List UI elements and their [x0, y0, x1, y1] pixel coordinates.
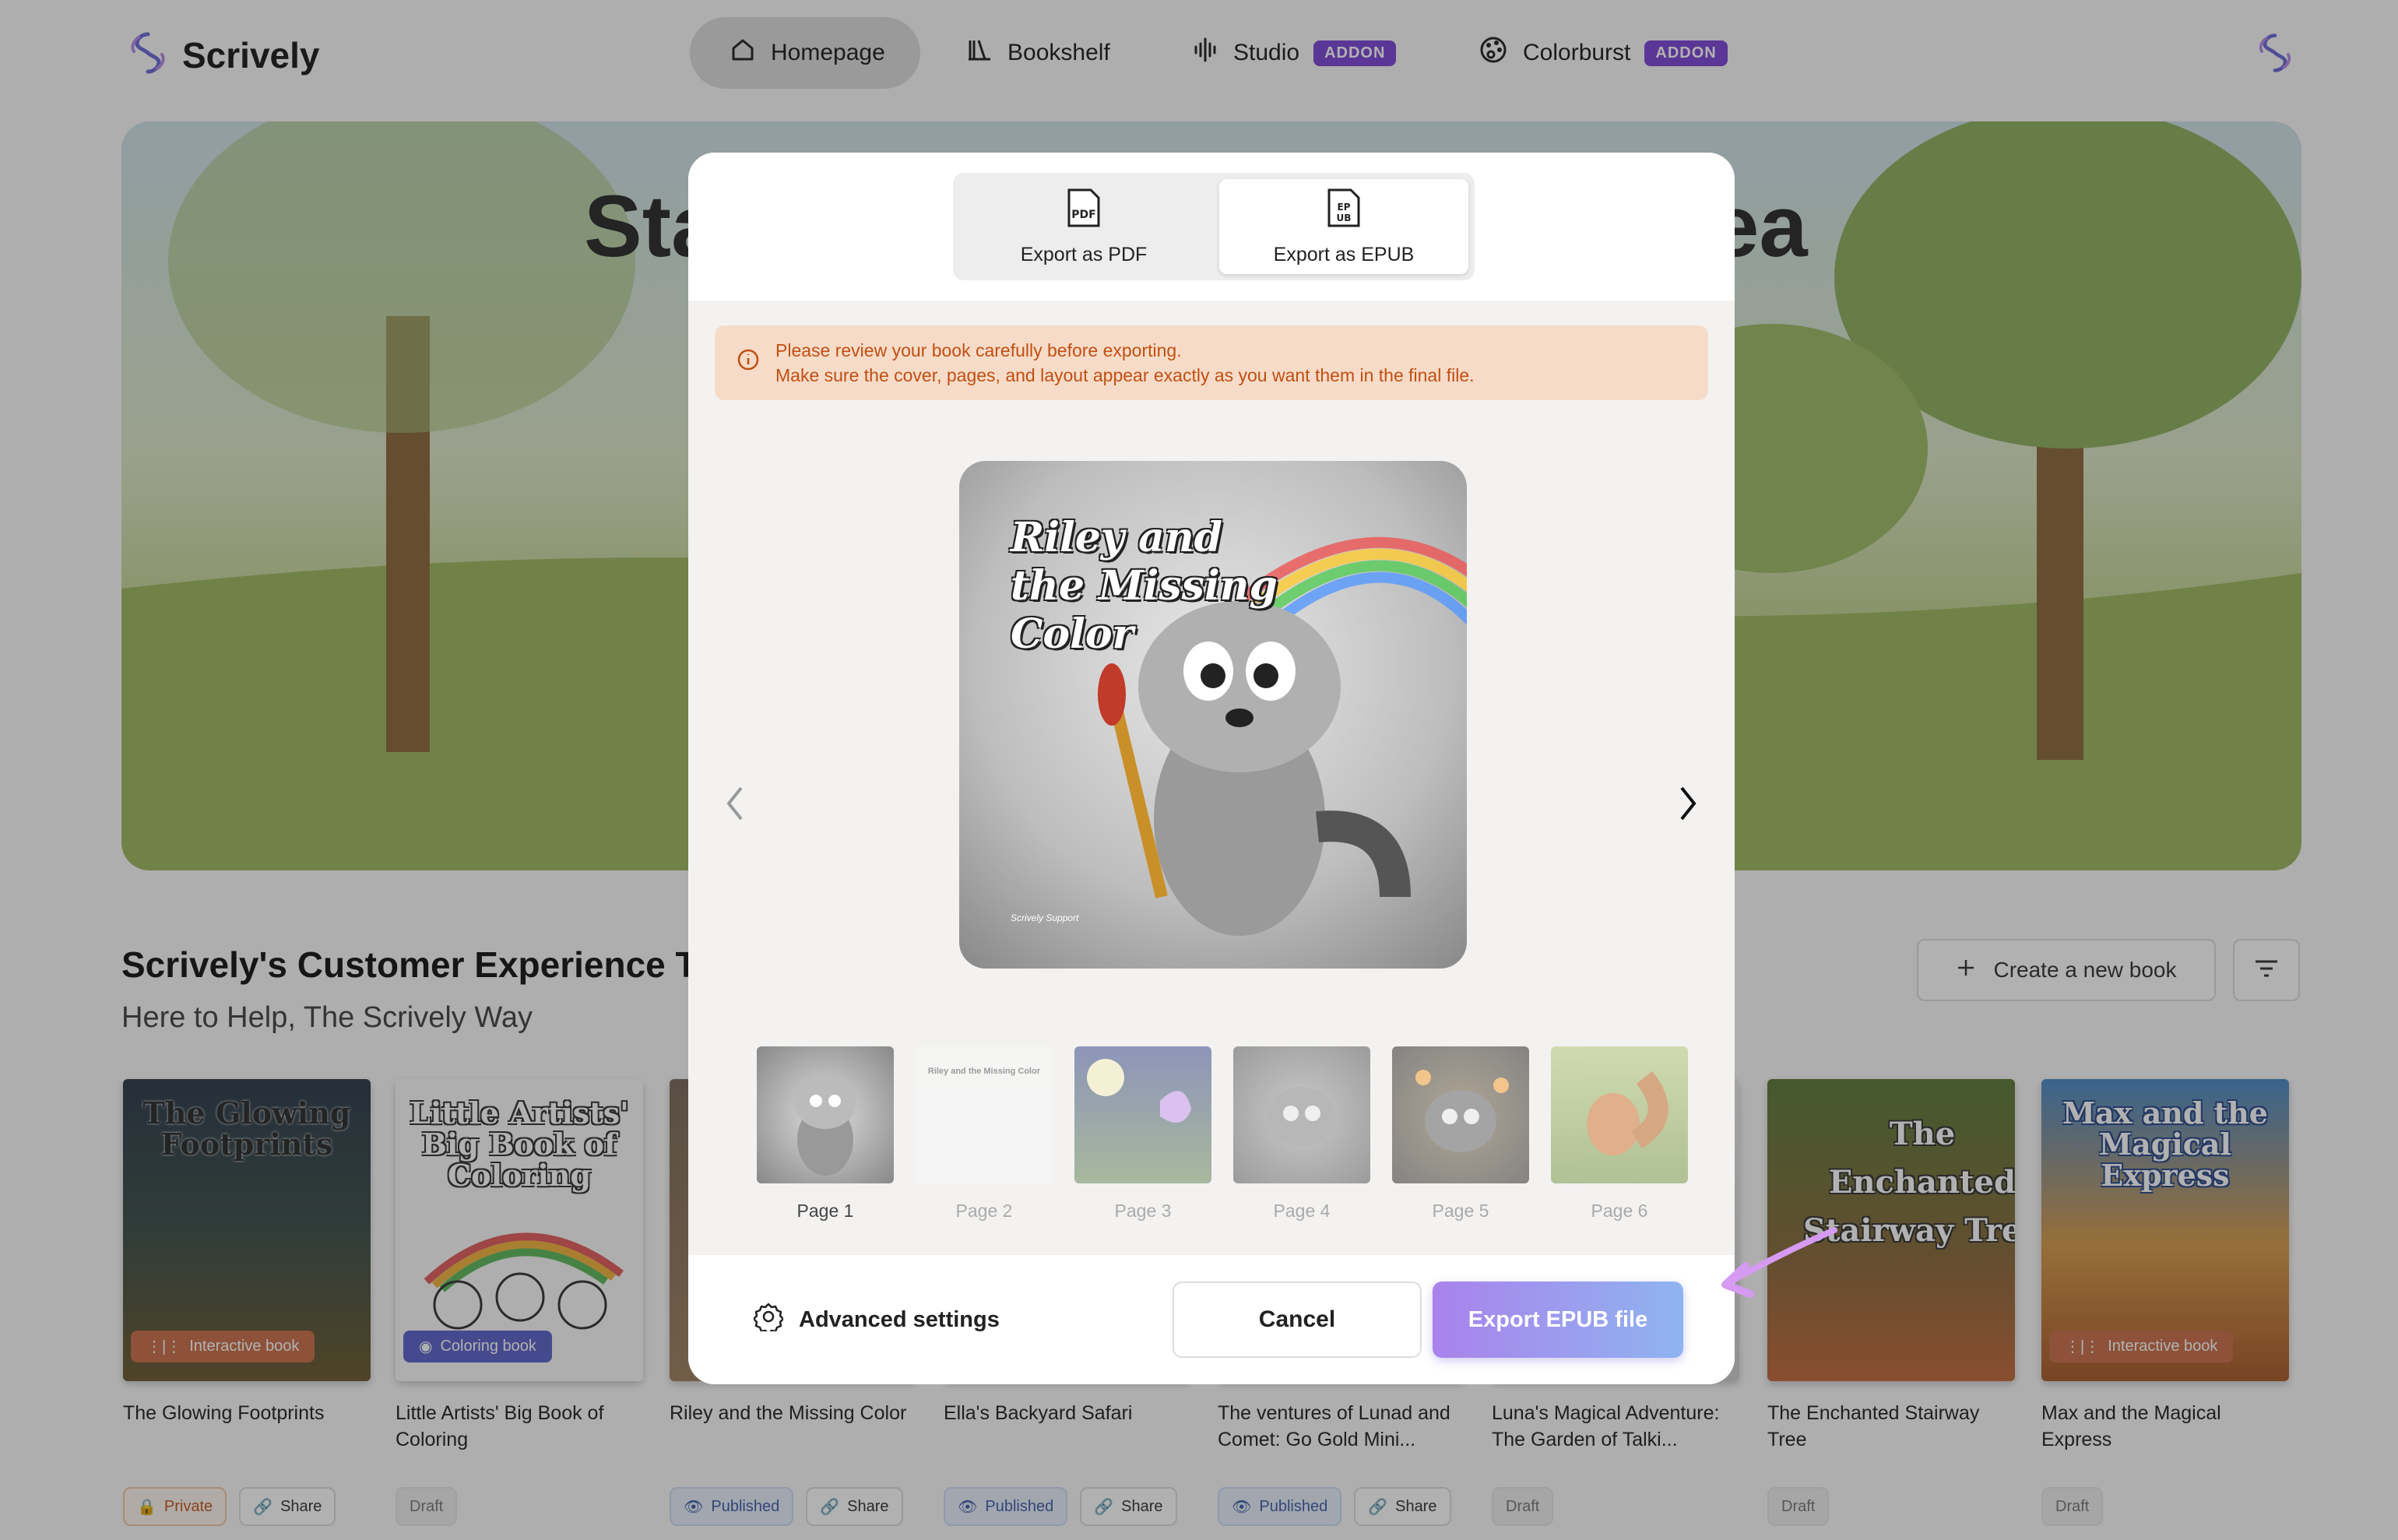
page-mini-title: Riley and the Missing Color: [927, 1067, 1041, 1076]
page-preview: Riley and the Missing Color Scrively Sup…: [959, 461, 1467, 969]
page-thumbnail[interactable]: Riley and the Missing Color Page 2: [916, 1046, 1053, 1221]
svg-text:PDF: PDF: [1071, 209, 1095, 221]
warning-line-2: Make sure the cover, pages, and layout a…: [775, 365, 1475, 385]
page-thumbnail[interactable]: Page 4: [1233, 1046, 1370, 1221]
gear-icon: [752, 1302, 785, 1338]
epub-file-icon: EP UB: [1326, 187, 1362, 234]
page-label: Page 5: [1432, 1201, 1489, 1221]
raccoon-thumbnail-illustration: [1268, 1087, 1336, 1146]
preview-title: Riley and the Missing Color: [1011, 514, 1278, 658]
page-label: Page 2: [955, 1201, 1013, 1221]
squirrel-illustration: [1587, 1071, 1668, 1155]
page-label: Page 6: [1591, 1201, 1648, 1221]
moon-butterfly-illustration: [1087, 1059, 1191, 1123]
raccoon-thumbnail-illustration: [1415, 1070, 1509, 1152]
prev-page-button[interactable]: [712, 782, 758, 828]
info-icon: [737, 348, 760, 378]
pointer-arrow-icon: [1721, 1227, 1837, 1298]
export-modal: PDF Export as PDF EP UB Export as EPUB Pl…: [688, 153, 1735, 1384]
export-warning: Please review your book carefully before…: [715, 325, 1708, 400]
pdf-file-icon: PDF: [1066, 187, 1102, 234]
tab-label: Export as PDF: [1020, 244, 1148, 265]
chevron-right-icon: [1677, 785, 1699, 826]
raccoon-thumbnail-illustration: [794, 1076, 856, 1176]
page-thumbnail[interactable]: Page 1: [757, 1046, 894, 1221]
advanced-settings-button[interactable]: Advanced settings: [752, 1302, 1000, 1338]
preview-signature: Scrively Support: [1011, 912, 1079, 923]
page-thumbnail[interactable]: Page 6: [1551, 1046, 1688, 1221]
modal-footer: Advanced settings Cancel Export EPUB fil…: [688, 1255, 1735, 1384]
export-format-tabs: PDF Export as PDF EP UB Export as EPUB: [953, 173, 1475, 280]
svg-text:UB: UB: [1337, 213, 1352, 223]
tab-export-pdf[interactable]: PDF Export as PDF: [959, 179, 1208, 274]
export-epub-button[interactable]: Export EPUB file: [1433, 1282, 1683, 1358]
page-thumbnail[interactable]: Page 3: [1074, 1046, 1211, 1221]
advanced-settings-label: Advanced settings: [799, 1306, 1000, 1332]
chevron-left-icon: [724, 785, 746, 826]
warning-line-1: Please review your book carefully before…: [775, 340, 1182, 360]
page-label: Page 4: [1273, 1201, 1331, 1221]
page-label: Page 1: [796, 1201, 854, 1221]
tab-label: Export as EPUB: [1273, 244, 1415, 265]
svg-text:EP: EP: [1338, 202, 1351, 213]
tab-export-epub[interactable]: EP UB Export as EPUB: [1219, 179, 1468, 274]
page-label: Page 3: [1114, 1201, 1172, 1221]
cancel-button[interactable]: Cancel: [1173, 1282, 1422, 1358]
next-page-button[interactable]: [1665, 782, 1711, 828]
page-thumbnail[interactable]: Page 5: [1392, 1046, 1529, 1221]
